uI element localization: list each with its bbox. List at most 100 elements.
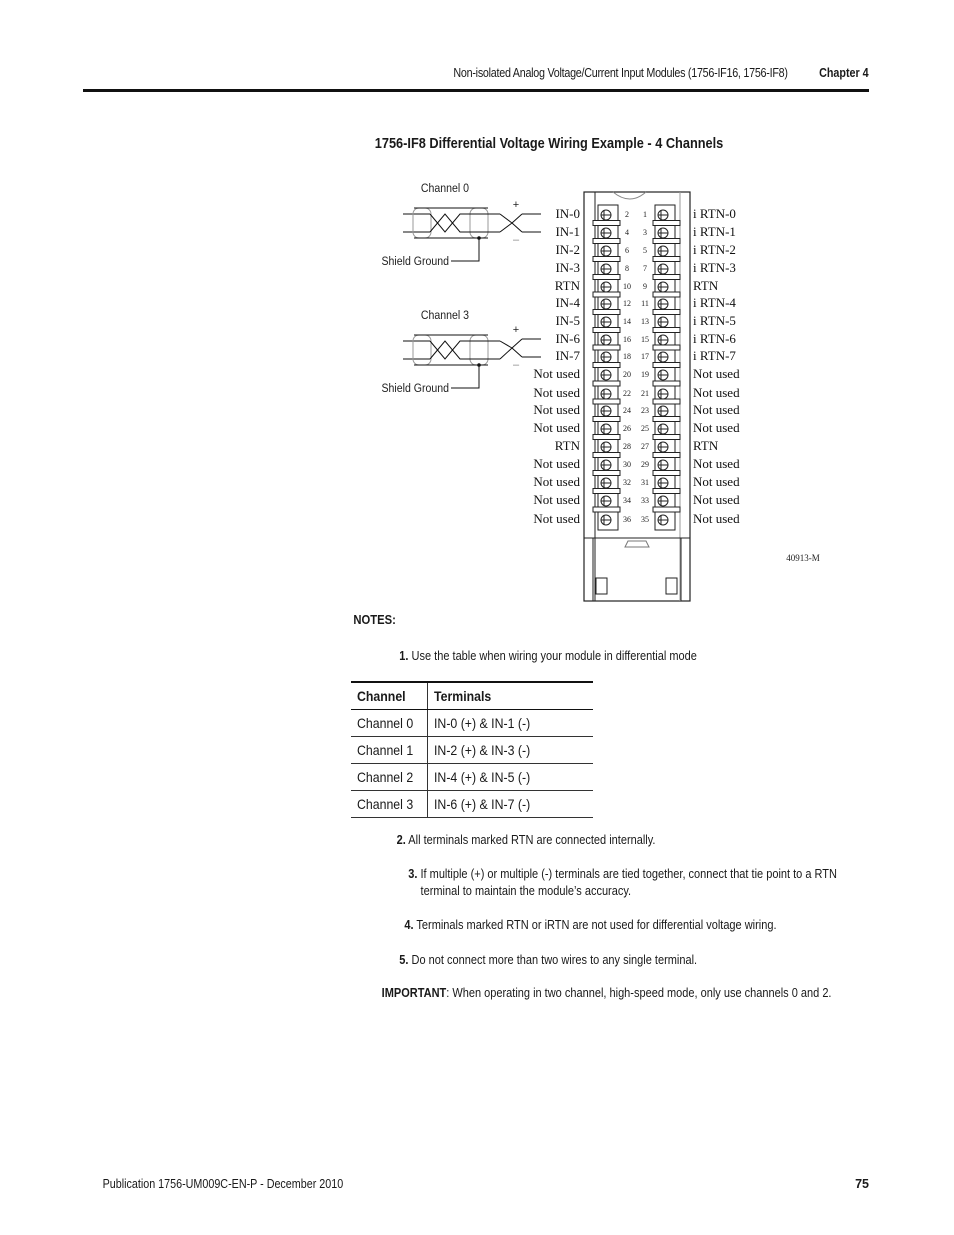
terminal-label-right: Not used [693,511,740,526]
terminal-number-left: 22 [623,389,631,398]
terminal-number-left: 12 [623,299,631,308]
terminal-label-left: Not used [533,511,580,526]
shield-capsule-left [412,207,432,239]
wiring-diagram: + – Channel 0 Shield Ground + – Channel 3 Shiel… [360,170,840,610]
notes-title: NOTES: [353,613,396,627]
twist [499,340,513,349]
table-cell-channel: Channel 0 [351,709,428,737]
terminal-number-left: 14 [623,317,631,326]
note-number: 2. [396,833,406,847]
terminal-label-right: i RTN-5 [693,313,736,328]
table-cell-terminals: IN-0 (+) & IN-1 (-) [427,709,593,737]
terminal-separator-right [652,256,681,262]
terminal-number-right: 35 [641,515,649,524]
terminal-separator-right [652,309,681,315]
terminal-number-right: 27 [641,442,649,451]
shield-capsule-left [412,334,432,366]
housing-outline [583,191,691,602]
page-number: 75 [855,1177,869,1191]
terminal-separator-right [652,506,681,513]
terminal-separator-right [652,398,681,405]
terminal-number-left: 18 [623,352,631,361]
terminal-number-left: 10 [623,282,631,291]
terminal-number-right: 33 [641,496,649,505]
terminal-label-right: i RTN-1 [693,224,736,239]
note-text: Use the table when wiring your module in… [411,649,697,663]
note-text: Terminals marked RTN or iRTN are not use… [416,918,777,932]
terminal-separator-right [652,274,681,280]
note-text: If multiple (+) or multiple (-) terminal… [420,867,837,881]
terminal-separator-left [592,380,621,387]
latch-right [665,577,678,595]
table-row: Channel 3 IN-6 (+) & IN-7 (-) [351,790,593,818]
terminal-label-left: IN-6 [555,331,580,346]
terminal-separator-left [592,398,621,405]
terminal-label-left: RTN [555,438,581,453]
terminal-separator-right [652,362,681,368]
column-header-channel: Channel [351,681,428,710]
minus-label: – [513,359,520,371]
figure-title: 1756-IF8 Differential Voltage Wiring Exa… [374,136,724,152]
terminal-number-right: 25 [641,424,649,433]
terminal-label-right: Not used [693,366,740,381]
terminal-number-right: 15 [641,335,649,344]
table-cell-channel: Channel 2 [351,763,428,791]
terminal-label-right: i RTN-0 [693,206,736,221]
note-5: 5. Do not connect more than two wires to… [399,952,697,969]
table-row: Channel 0 IN-0 (+) & IN-1 (-) [351,709,593,737]
note-number: 4. [404,918,414,932]
twist [429,213,470,233]
twist [511,222,523,233]
terminal-separator-right [652,452,681,458]
note-4: 4. Terminals marked RTN or iRTN are not … [404,917,776,934]
cables: + – Channel 0 Shield Ground + – Channel 3 Shiel… [382,182,541,395]
plus-label: + [513,324,519,336]
terminal-label-left: IN-4 [555,295,580,310]
terminal-label-left: Not used [533,420,580,435]
terminal-number-left: 36 [623,515,631,524]
terminal-label-left: IN-5 [555,313,580,328]
terminal-number-left: 26 [623,424,631,433]
wiring-diagram-svg: + – Channel 0 Shield Ground + – Channel 3 Shiel… [382,182,820,602]
terminal-label-left: Not used [533,385,580,400]
terminal-separator-left [592,452,621,458]
terminal-number-left: 8 [625,264,629,273]
terminal-separator-left [592,256,621,262]
terminal-number-right: 29 [641,460,649,469]
shield-ground-label: Shield Ground [382,255,449,268]
channel-label: Channel 0 [421,182,469,195]
terminal-number-left: 32 [623,478,631,487]
twist [499,222,513,233]
terminal-separator-left [592,470,621,476]
twisted-pair-cable: + – Channel 0 Shield Ground [382,182,541,268]
terminal-separator-left [592,506,621,513]
terminal-label-right: i RTN-3 [693,260,736,275]
terminal-separator-right [652,327,681,333]
terminal-number-left: 24 [623,406,631,415]
terminal-separator-left [592,327,621,333]
terminal-number-right: 13 [641,317,649,326]
note-number: 5. [399,953,409,967]
table-cell-terminals: IN-2 (+) & IN-3 (-) [427,736,593,764]
base-key [624,540,650,548]
terminal-label-right: Not used [693,402,740,417]
terminal-label-left: Not used [533,474,580,489]
header-rule [83,89,869,92]
table-row: Channel 1 IN-2 (+) & IN-3 (-) [351,736,593,764]
terminal-separator-right [652,220,681,226]
terminal-label-left: Not used [533,456,580,471]
terminal-number-right: 23 [641,406,649,415]
terminal-separator-right [652,434,681,440]
important-note: IMPORTANT: When operating in two channel… [382,986,832,1000]
terminal-separator-right [652,470,681,476]
terminal-label-left: IN-3 [555,260,580,275]
terminal-number-left: 34 [623,496,631,505]
terminal-label-left: Not used [533,492,580,507]
minus-label: – [513,234,520,246]
terminal-label-left: Not used [533,366,580,381]
terminal-number-left: 4 [625,228,629,237]
terminal-label-right: Not used [693,474,740,489]
note-text-continued: terminal to maintain the module’s accura… [420,884,632,898]
terminal-separator-right [652,344,681,351]
terminal-label-left: IN-1 [555,224,580,239]
